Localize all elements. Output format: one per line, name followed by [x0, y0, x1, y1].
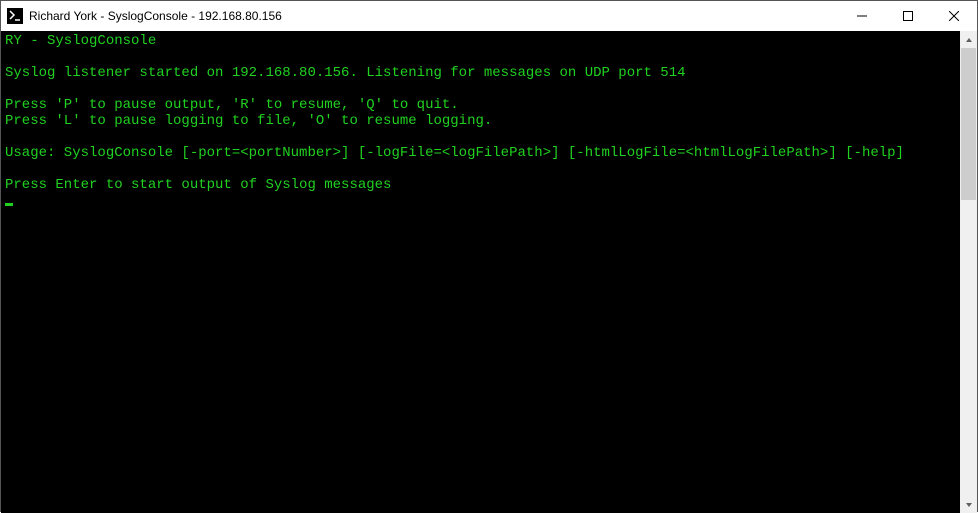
window-controls	[839, 1, 977, 31]
cursor-line	[5, 193, 956, 211]
close-button[interactable]	[931, 1, 977, 31]
scrollbar[interactable]	[960, 31, 977, 513]
scroll-thumb[interactable]	[961, 48, 976, 200]
cursor-icon	[5, 203, 13, 206]
console-area: RY - SyslogConsole Syslog listener starte…	[1, 31, 977, 513]
console-line: RY - SyslogConsole	[5, 33, 956, 49]
console-line	[5, 49, 956, 65]
scroll-track[interactable]	[960, 48, 977, 496]
titlebar[interactable]: Richard York - SyslogConsole - 192.168.8…	[1, 1, 977, 31]
console-output[interactable]: RY - SyslogConsole Syslog listener starte…	[1, 31, 960, 513]
maximize-button[interactable]	[885, 1, 931, 31]
console-line	[5, 81, 956, 97]
console-line: Press Enter to start output of Syslog me…	[5, 177, 956, 193]
scroll-up-button[interactable]	[960, 31, 977, 48]
scroll-down-button[interactable]	[960, 496, 977, 513]
console-line: Usage: SyslogConsole [-port=<portNumber>…	[5, 145, 956, 161]
minimize-button[interactable]	[839, 1, 885, 31]
console-line	[5, 129, 956, 145]
app-icon	[7, 8, 23, 24]
console-line: Press 'P' to pause output, 'R' to resume…	[5, 97, 956, 113]
console-line: Press 'L' to pause logging to file, 'O' …	[5, 113, 956, 129]
console-line	[5, 161, 956, 177]
console-line: Syslog listener started on 192.168.80.15…	[5, 65, 956, 81]
window-title: Richard York - SyslogConsole - 192.168.8…	[29, 9, 839, 23]
